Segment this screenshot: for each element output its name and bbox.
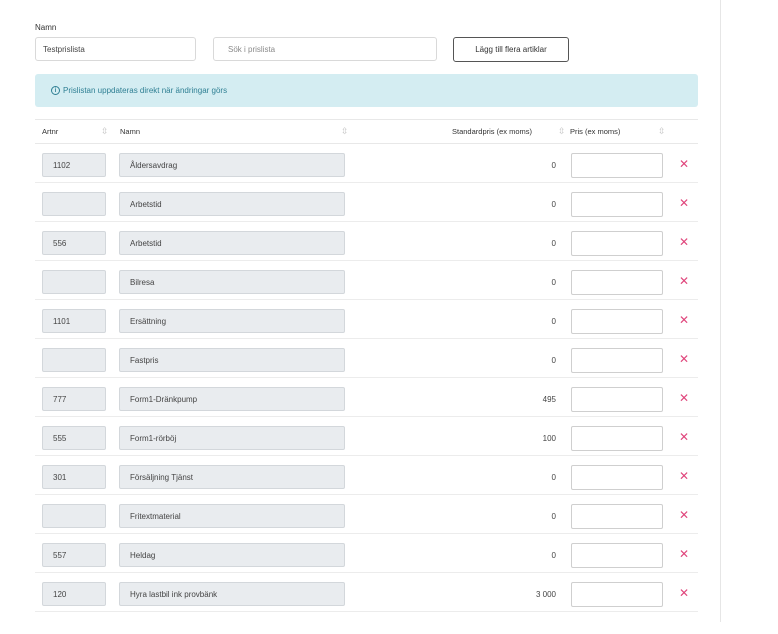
standard-price: 0 [551, 473, 556, 482]
price-input[interactable] [571, 465, 663, 490]
right-divider [720, 0, 721, 622]
delete-icon[interactable]: ✕ [679, 197, 689, 209]
header-artnr[interactable]: Artnr [42, 127, 58, 136]
artnr-field: 777 [42, 387, 106, 411]
sort-standard-price-icon[interactable]: ⇳ [558, 126, 566, 137]
price-input[interactable] [571, 387, 663, 412]
standard-price: 0 [551, 278, 556, 287]
delete-icon[interactable]: ✕ [679, 431, 689, 443]
standard-price: 0 [551, 239, 556, 248]
name-field: Försäljning Tjänst [119, 465, 345, 489]
name-field: Arbetstid [119, 192, 345, 216]
standard-price: 0 [551, 356, 556, 365]
price-input[interactable] [571, 348, 663, 373]
artnr-field: 557 [42, 543, 106, 567]
price-list-table: 1102 Åldersavdrag 0 ✕ Arbetstid 0 ✕ 556 … [35, 144, 698, 612]
delete-icon[interactable]: ✕ [679, 392, 689, 404]
name-field: Bilresa [119, 270, 345, 294]
name-input[interactable] [35, 37, 196, 61]
standard-price: 495 [542, 395, 556, 404]
price-input[interactable] [571, 309, 663, 334]
artnr-field: 301 [42, 465, 106, 489]
name-field: Form1-Dränkpump [119, 387, 345, 411]
price-input[interactable] [571, 231, 663, 256]
table-row: 1102 Åldersavdrag 0 ✕ [35, 144, 698, 183]
standard-price: 0 [551, 551, 556, 560]
delete-icon[interactable]: ✕ [679, 314, 689, 326]
standard-price: 0 [551, 200, 556, 209]
price-input[interactable] [571, 543, 663, 568]
artnr-field [42, 348, 106, 372]
price-input[interactable] [571, 426, 663, 451]
sort-artnr-icon[interactable]: ⇳ [101, 126, 109, 137]
delete-icon[interactable]: ✕ [679, 548, 689, 560]
name-field: Hyra lastbil ink provbänk [119, 582, 345, 606]
name-field: Form1-rörböj [119, 426, 345, 450]
delete-icon[interactable]: ✕ [679, 470, 689, 482]
price-input[interactable] [571, 153, 663, 178]
delete-icon[interactable]: ✕ [679, 587, 689, 599]
name-field: Fastpris [119, 348, 345, 372]
name-field: Fritextmaterial [119, 504, 345, 528]
table-header: Artnr ⇳ Namn ⇳ Standardpris (ex moms) ⇳ … [35, 119, 698, 144]
header-name[interactable]: Namn [120, 127, 140, 136]
delete-icon[interactable]: ✕ [679, 509, 689, 521]
delete-icon[interactable]: ✕ [679, 275, 689, 287]
sort-price-icon[interactable]: ⇳ [658, 126, 666, 137]
standard-price: 0 [551, 512, 556, 521]
artnr-field: 120 [42, 582, 106, 606]
info-banner: i Prislistan uppdateras direkt när ändri… [35, 74, 698, 107]
price-input[interactable] [571, 192, 663, 217]
table-row: Arbetstid 0 ✕ [35, 183, 698, 222]
table-row: 557 Heldag 0 ✕ [35, 534, 698, 573]
table-row: 120 Hyra lastbil ink provbänk 3 000 ✕ [35, 573, 698, 612]
table-row: Fastpris 0 ✕ [35, 339, 698, 378]
table-row: Bilresa 0 ✕ [35, 261, 698, 300]
name-field: Heldag [119, 543, 345, 567]
info-icon: i [51, 86, 60, 95]
name-label: Namn [35, 23, 57, 32]
artnr-field: 555 [42, 426, 106, 450]
price-input[interactable] [571, 582, 663, 607]
table-row: 1101 Ersättning 0 ✕ [35, 300, 698, 339]
artnr-field: 1102 [42, 153, 106, 177]
delete-icon[interactable]: ✕ [679, 353, 689, 365]
name-field: Ersättning [119, 309, 345, 333]
standard-price: 3 000 [535, 590, 556, 599]
table-row: Fritextmaterial 0 ✕ [35, 495, 698, 534]
artnr-field [42, 270, 106, 294]
artnr-field [42, 192, 106, 216]
price-input[interactable] [571, 270, 663, 295]
info-text: Prislistan uppdateras direkt när ändring… [63, 86, 228, 95]
delete-icon[interactable]: ✕ [679, 236, 689, 248]
standard-price: 100 [542, 434, 556, 443]
table-row: 301 Försäljning Tjänst 0 ✕ [35, 456, 698, 495]
sort-name-icon[interactable]: ⇳ [341, 126, 349, 137]
header-price[interactable]: Pris (ex moms) [570, 127, 620, 136]
artnr-field: 556 [42, 231, 106, 255]
price-input[interactable] [571, 504, 663, 529]
table-row: 556 Arbetstid 0 ✕ [35, 222, 698, 261]
artnr-field [42, 504, 106, 528]
name-field: Åldersavdrag [119, 153, 345, 177]
standard-price: 0 [551, 161, 556, 170]
standard-price: 0 [551, 317, 556, 326]
name-field: Arbetstid [119, 231, 345, 255]
artnr-field: 1101 [42, 309, 106, 333]
delete-icon[interactable]: ✕ [679, 158, 689, 170]
table-row: 555 Form1-rörböj 100 ✕ [35, 417, 698, 456]
header-standard-price[interactable]: Standardpris (ex moms) [452, 127, 532, 136]
search-input[interactable] [213, 37, 437, 61]
add-multiple-articles-button[interactable]: Lägg till flera artiklar [453, 37, 569, 62]
table-row: 777 Form1-Dränkpump 495 ✕ [35, 378, 698, 417]
